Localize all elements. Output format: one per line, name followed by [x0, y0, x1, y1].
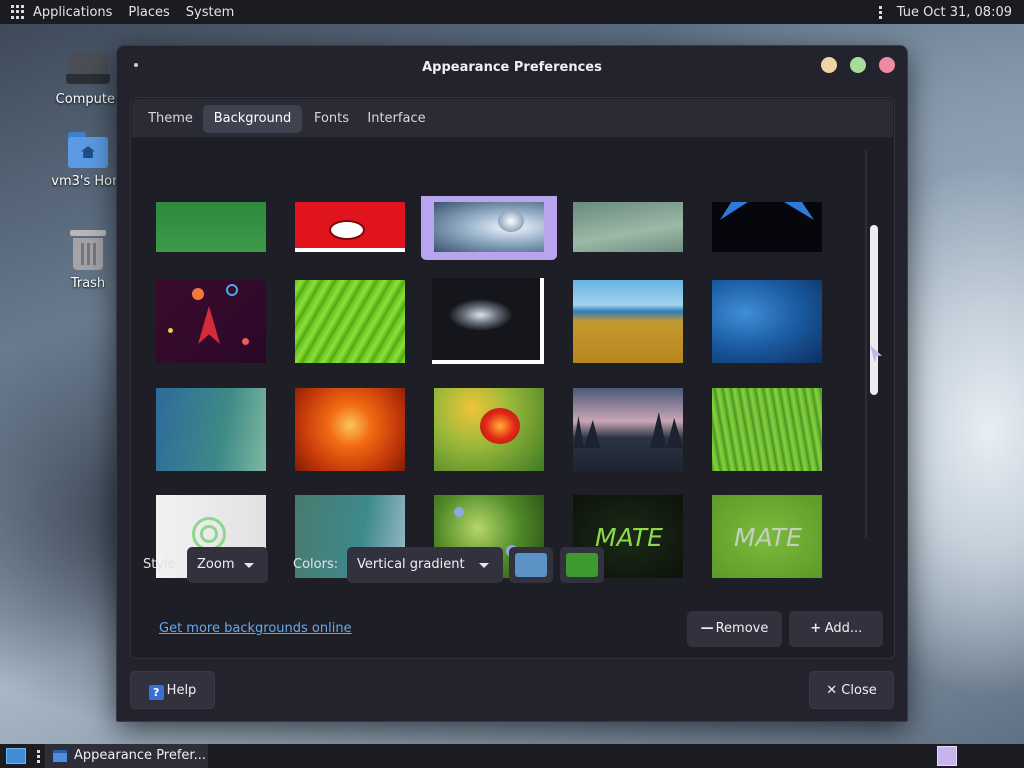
applications-menu[interactable]: Applications — [33, 5, 112, 20]
wallpaper-thumbnail[interactable] — [712, 202, 822, 252]
background-tab-panel: Theme Background Fonts Interface MATE MA… — [130, 97, 895, 659]
close-button[interactable]: ✕ Close — [809, 671, 894, 709]
workspace-switcher[interactable] — [937, 746, 957, 766]
tab-bar: Theme Background Fonts Interface — [132, 99, 893, 137]
home-folder-icon — [68, 132, 108, 168]
close-window-button[interactable] — [879, 57, 895, 73]
add-label: Add... — [824, 621, 863, 636]
tab-fonts[interactable]: Fonts — [304, 105, 359, 133]
wallpaper-thumbnail[interactable] — [295, 280, 405, 363]
wallpaper-thumbnail[interactable] — [156, 280, 266, 363]
plus-icon: + — [810, 621, 822, 636]
tab-theme[interactable]: Theme — [139, 105, 202, 133]
wallpaper-thumbnail[interactable] — [712, 280, 822, 363]
primary-color-button[interactable] — [509, 547, 553, 583]
wallpaper-thumbnail[interactable] — [573, 280, 683, 363]
window-menu-icon[interactable] — [134, 63, 138, 67]
help-icon: ? — [148, 685, 164, 700]
add-button[interactable]: + Add... — [789, 611, 883, 647]
system-menu[interactable]: System — [186, 5, 234, 20]
trash-icon — [70, 228, 106, 270]
primary-color-swatch — [515, 553, 547, 577]
style-value: Zoom — [197, 557, 235, 572]
close-icon: ✕ — [826, 683, 842, 698]
applications-grid-icon[interactable] — [11, 5, 25, 19]
chevron-down-icon — [244, 563, 254, 568]
help-button[interactable]: ? Help — [130, 671, 215, 709]
wallpaper-thumbnail[interactable] — [434, 202, 544, 252]
remove-button[interactable]: — Remove — [687, 611, 782, 647]
colors-label: Colors: — [293, 557, 339, 572]
colors-value: Vertical gradient — [357, 557, 465, 572]
wallpaper-thumbnail[interactable] — [712, 388, 822, 471]
clock[interactable]: Tue Oct 31, 08:09 — [897, 5, 1012, 20]
window-icon — [53, 750, 67, 762]
desktop-icon-trash[interactable]: Trash — [50, 228, 126, 291]
colors-dropdown[interactable]: Vertical gradient — [347, 547, 503, 583]
bottom-panel: Appearance Prefer... — [0, 744, 1024, 768]
places-menu[interactable]: Places — [128, 5, 169, 20]
taskbar-item-appearance[interactable]: Appearance Prefer... — [45, 744, 208, 768]
top-panel: Applications Places System Tue Oct 31, 0… — [0, 0, 1024, 24]
computer-icon — [66, 52, 110, 86]
panel-handle-icon[interactable] — [878, 5, 883, 19]
style-label: Style: — [143, 557, 181, 572]
close-label: Close — [841, 683, 877, 698]
tab-background[interactable]: Background — [203, 105, 302, 133]
wallpaper-thumbnail[interactable] — [156, 202, 266, 252]
secondary-color-swatch — [566, 553, 598, 577]
minimize-button[interactable] — [821, 57, 837, 73]
get-more-backgrounds-link[interactable]: Get more backgrounds online — [159, 621, 352, 636]
remove-label: Remove — [715, 621, 769, 636]
secondary-color-button[interactable] — [560, 547, 604, 583]
wallpaper-thumbnail[interactable]: MATE — [712, 495, 822, 578]
wallpaper-thumbnail[interactable] — [295, 202, 405, 252]
appearance-preferences-window: Appearance Preferences Theme Background … — [116, 45, 908, 722]
chevron-down-icon — [479, 563, 489, 568]
desktop-icon-label: Computer — [55, 92, 121, 107]
wallpaper-thumbnail[interactable] — [573, 388, 683, 471]
desktop-icon-label: Trash — [70, 276, 106, 291]
tab-interface[interactable]: Interface — [364, 105, 429, 133]
wallpaper-thumbnail[interactable] — [432, 278, 544, 364]
titlebar[interactable]: Appearance Preferences — [117, 46, 907, 88]
help-label: Help — [166, 683, 197, 698]
mate-logo-text: MATE — [734, 523, 802, 552]
wallpaper-thumbnail[interactable] — [434, 388, 544, 471]
desktop-icon-home[interactable]: vm3's Hom — [50, 132, 126, 189]
desktop-icon-computer[interactable]: Computer — [50, 52, 126, 107]
show-desktop-icon[interactable] — [6, 748, 26, 764]
style-dropdown[interactable]: Zoom — [187, 547, 268, 583]
taskbar-item-label: Appearance Prefer... — [74, 748, 206, 763]
wallpaper-thumbnail[interactable] — [295, 388, 405, 471]
panel-handle-icon[interactable] — [37, 750, 40, 763]
minus-icon: — — [700, 621, 714, 636]
maximize-button[interactable] — [850, 57, 866, 73]
scrollbar-track[interactable] — [865, 150, 867, 538]
desktop-icon-label: vm3's Hom — [51, 174, 125, 189]
window-title: Appearance Preferences — [422, 59, 602, 75]
scrollbar-thumb[interactable] — [870, 225, 878, 395]
wallpaper-thumbnail[interactable] — [573, 202, 683, 252]
wallpaper-thumbnail[interactable] — [156, 388, 266, 471]
